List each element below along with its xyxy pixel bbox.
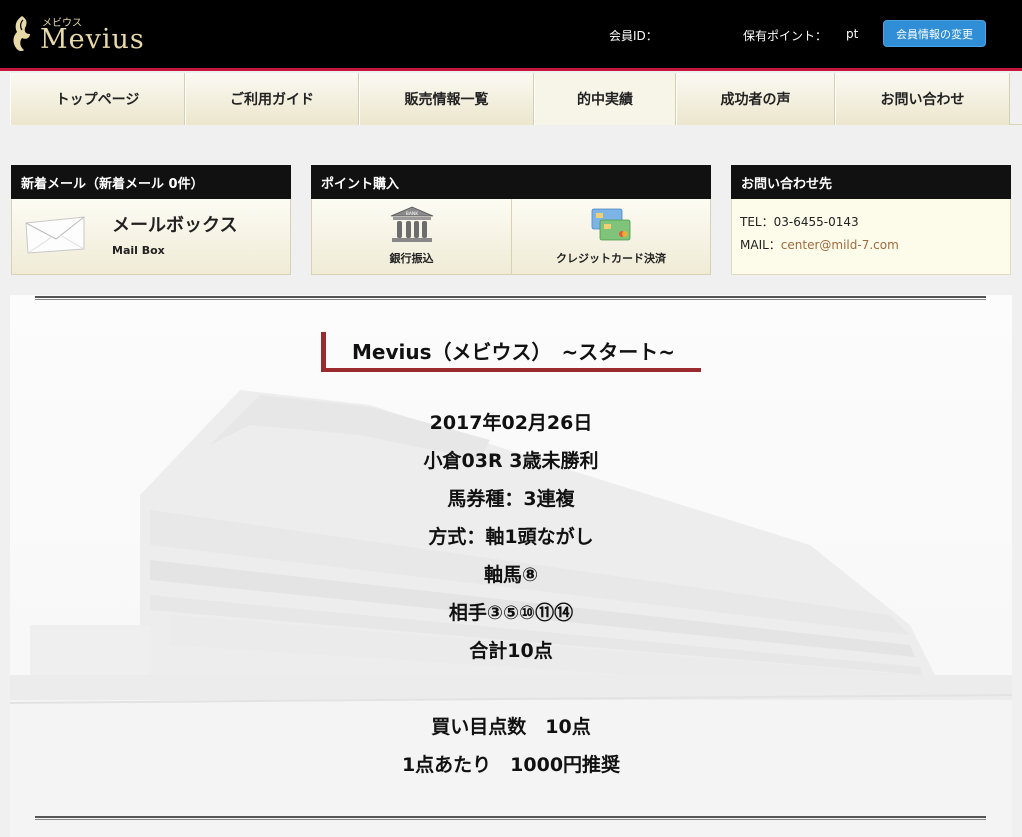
total-points: 合計10点 bbox=[469, 640, 553, 662]
main-nav: トップページ ご利用ガイド 販売情報一覧 的中実績 成功者の声 お問い合わせ bbox=[10, 73, 1022, 125]
stake-recommendation: 1点あたり 1000円推奨 bbox=[401, 754, 621, 776]
partner-horses: 相手③⑤⑩⑪⑭ bbox=[448, 602, 574, 624]
change-member-info-button[interactable]: 会員情報の変更 bbox=[883, 20, 986, 47]
nav-item-results[interactable]: 的中実績 bbox=[534, 73, 676, 125]
site-logo[interactable]: メビウス Mevius bbox=[8, 10, 144, 58]
top-double-rule bbox=[35, 296, 986, 300]
points-unit: pt bbox=[846, 27, 859, 41]
article-title: Mevius（メビウス） ~スタート~ bbox=[321, 332, 701, 372]
credit-card-label: クレジットカード決済 bbox=[556, 252, 666, 265]
bank-transfer-label: 銀行振込 bbox=[389, 252, 434, 265]
horse-logo-icon bbox=[13, 16, 30, 52]
envelope-icon bbox=[25, 216, 85, 254]
nav-item-guide[interactable]: ご利用ガイド bbox=[185, 73, 359, 125]
mailbox-link[interactable]: メールボックス Mail Box bbox=[11, 199, 291, 275]
mail-panel: 新着メール（新着メール 0件） メールボックス Mail Box bbox=[11, 165, 291, 275]
logo-wordmark: Mevius bbox=[40, 24, 145, 55]
axis-horse: 軸馬⑧ bbox=[483, 564, 539, 586]
site-header: メビウス Mevius 会員ID： 保有ポイント： pt 会員情報の変更 bbox=[0, 0, 1022, 68]
point-purchase-panel: ポイント購入 BANK 銀行振込 クレジットカード決済 bbox=[311, 165, 711, 275]
credit-card-button[interactable]: クレジットカード決済 bbox=[512, 199, 710, 275]
mail-panel-heading: 新着メール（新着メール 0件） bbox=[11, 165, 291, 199]
nav-item-sales-info[interactable]: 販売情報一覧 bbox=[359, 73, 534, 125]
bank-transfer-button[interactable]: BANK 銀行振込 bbox=[312, 199, 511, 275]
mailbox-subtitle: Mail Box bbox=[112, 244, 165, 257]
nav-item-contact[interactable]: お問い合わせ bbox=[835, 73, 1010, 125]
race-name: 小倉03R 3歳未勝利 bbox=[423, 450, 599, 472]
race-date: 2017年02月26日 bbox=[429, 412, 593, 434]
pick-details: 2017年02月26日 小倉03R 3歳未勝利 馬券種：3連複 方式：軸1頭なが… bbox=[10, 404, 1012, 670]
bank-icon: BANK bbox=[390, 206, 433, 242]
contact-mail-link[interactable]: center@mild-7.com bbox=[781, 238, 899, 252]
nav-item-top[interactable]: トップページ bbox=[10, 73, 185, 125]
ticket-count: 買い目点数 10点 bbox=[431, 716, 591, 738]
nav-item-testimonials[interactable]: 成功者の声 bbox=[676, 73, 835, 125]
header-divider bbox=[0, 68, 1022, 71]
point-panel-heading: ポイント購入 bbox=[311, 165, 711, 199]
bet-type: 馬券種：3連複 bbox=[447, 488, 575, 510]
pick-summary: 買い目点数 10点 1点あたり 1000円推奨 bbox=[10, 708, 1012, 784]
contact-tel: TEL：03-6455-0143 bbox=[740, 215, 859, 229]
bet-method: 方式：軸1頭ながし bbox=[428, 526, 594, 548]
points-label: 保有ポイント： bbox=[743, 29, 828, 43]
article-panel: Mevius（メビウス） ~スタート~ 2017年02月26日 小倉03R 3歳… bbox=[10, 295, 1012, 837]
bank-sign: BANK bbox=[405, 211, 419, 217]
mailbox-title: メールボックス bbox=[112, 215, 238, 236]
contact-mail-label: MAIL： bbox=[740, 238, 781, 252]
member-id-label: 会員ID： bbox=[609, 29, 658, 43]
contact-panel-heading: お問い合わせ先 bbox=[731, 165, 1011, 199]
credit-card-icon bbox=[591, 208, 631, 241]
contact-panel: お問い合わせ先 TEL：03-6455-0143 MAIL：center@mil… bbox=[731, 165, 1011, 275]
bottom-double-rule bbox=[35, 816, 986, 820]
